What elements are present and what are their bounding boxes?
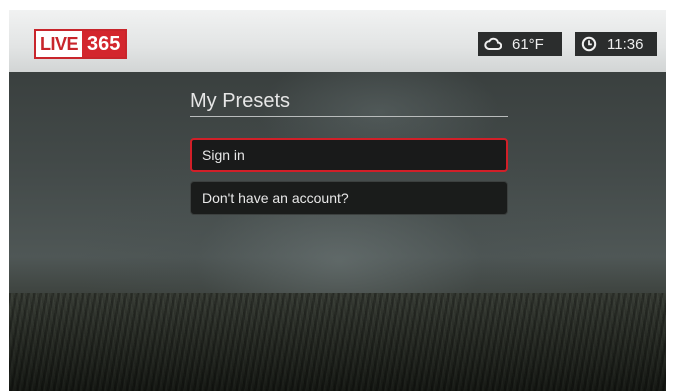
- logo-text-live: LIVE: [36, 31, 83, 57]
- title-divider: [190, 116, 508, 117]
- clock-icon: [581, 36, 597, 52]
- live365-logo: LIVE 365: [34, 29, 128, 59]
- logo-text-number: 365: [82, 31, 126, 57]
- tv-screen: LIVE 365 61°F 11:36 My Presets Sign in D…: [9, 10, 666, 391]
- cloud-icon: [484, 37, 502, 50]
- create-account-button[interactable]: Don't have an account?: [190, 181, 508, 215]
- clock-indicator: 11:36: [575, 32, 657, 56]
- grass-field-background: [9, 293, 666, 391]
- weather-indicator: 61°F: [478, 32, 562, 56]
- page-title: My Presets: [190, 90, 291, 112]
- sign-in-button[interactable]: Sign in: [190, 138, 508, 172]
- time-text: 11:36: [607, 35, 644, 53]
- temperature-text: 61°F: [512, 35, 544, 53]
